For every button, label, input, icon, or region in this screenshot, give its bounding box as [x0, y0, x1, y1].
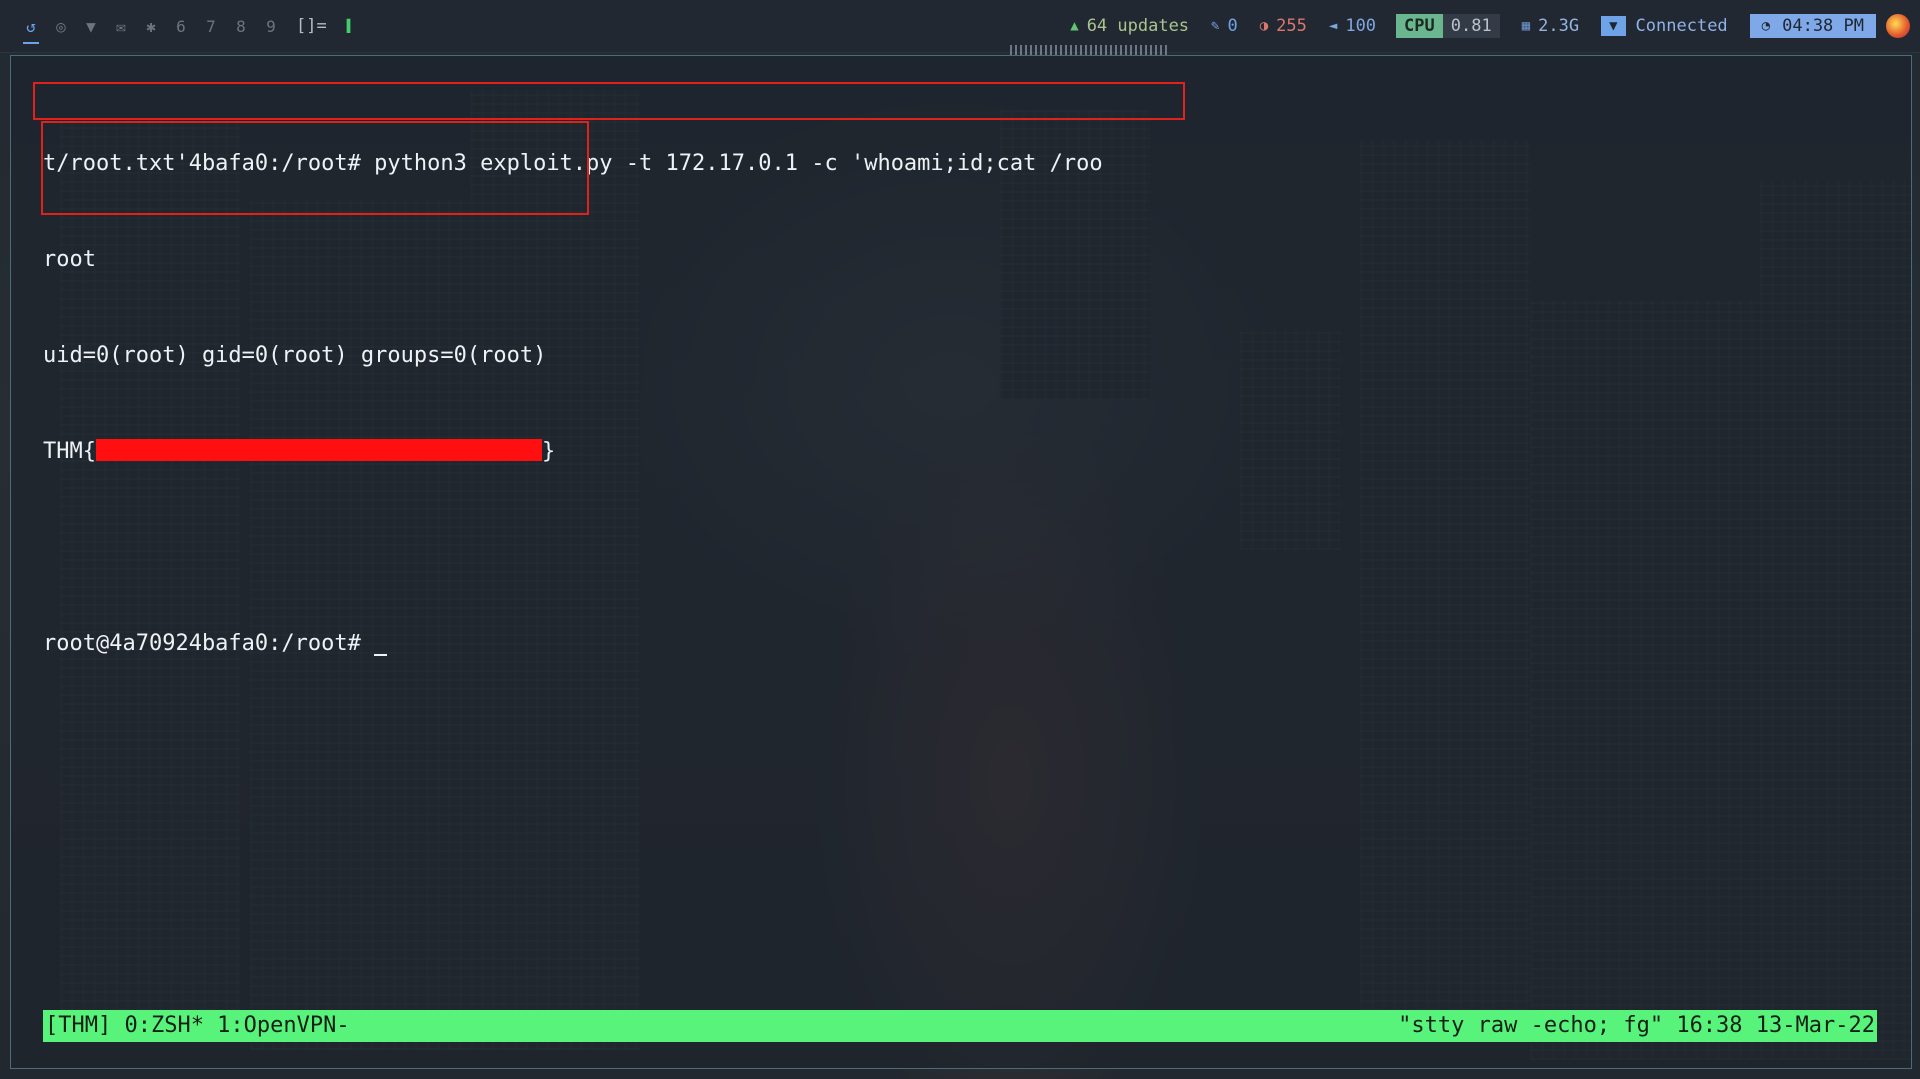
tmux-status-bar: [THM] 0:ZSH* 1:OpenVPN- "stty raw -echo;…	[43, 1010, 1877, 1042]
volume-value: 100	[1345, 16, 1377, 36]
terminal-window[interactable]: t/root.txt'4bafa0:/root# python3 exploit…	[10, 55, 1912, 1069]
contrast-icon: ◑	[1259, 18, 1269, 34]
output-line-id: uid=0(root) gid=0(root) groups=0(root)	[43, 343, 547, 368]
output-highlight-box	[41, 121, 589, 215]
vpn-module[interactable]: ▼ Connected	[1601, 16, 1728, 36]
tmux-session-windows[interactable]: [THM] 0:ZSH* 1:OpenVPN-	[43, 1010, 350, 1042]
prompt-line[interactable]: root@4a70924bafa0:/root#	[43, 628, 1103, 660]
flag-suffix: }	[541, 439, 556, 464]
workspace-5-settings-icon[interactable]: ✱	[136, 4, 166, 48]
vpn-status: Connected	[1635, 16, 1728, 36]
memory-icon: ▦	[1521, 18, 1531, 34]
redaction-bar	[95, 439, 542, 461]
workspace-list: ↺ ◎ ▼ ✉ ✱ 6 7 8 9	[16, 4, 286, 48]
wifi-icon: ▼	[1601, 16, 1626, 36]
workspace-4-mail-icon[interactable]: ✉	[106, 4, 136, 48]
brightness-value: 255	[1276, 16, 1307, 36]
updates-count: 64 updates	[1086, 16, 1190, 36]
updates-module[interactable]: ▲ 64 updates	[1070, 16, 1189, 36]
status-modules: ▲ 64 updates ✎ 0 ◑ 255 ◄ 100 CPU 0.81 ▦ …	[1048, 0, 1920, 52]
workspace-8[interactable]: 8	[226, 4, 256, 48]
window-title-icon: ▌	[346, 19, 354, 33]
text-cursor	[374, 654, 388, 656]
cpu-label: CPU	[1396, 14, 1443, 38]
brightness-module[interactable]: ◑ 255	[1260, 16, 1307, 36]
speaker-icon: ◄	[1328, 18, 1338, 34]
flag-line: THM{}	[43, 436, 1103, 468]
memory-module[interactable]: ▦ 2.3G	[1522, 16, 1579, 36]
power-menu-icon[interactable]	[1886, 14, 1910, 38]
workspace-9[interactable]: 9	[256, 4, 286, 48]
top-status-bar: ↺ ◎ ▼ ✉ ✱ 6 7 8 9 []= ▌ ▲ 64 updates ✎ 0…	[0, 0, 1920, 53]
shell-prompt: root@4a70924bafa0:/root#	[43, 631, 375, 656]
cpu-load: 0.81	[1442, 14, 1500, 38]
layout-indicator[interactable]: []=	[296, 16, 327, 36]
flag-prefix: THM{	[43, 439, 96, 464]
clock-module[interactable]: ◔ 04:38 PM	[1749, 14, 1876, 38]
scratchpad-indicator	[1010, 45, 1170, 55]
workspace-2-browser-icon[interactable]: ◎	[46, 4, 76, 48]
workspace-3-shield-icon[interactable]: ▼	[76, 4, 106, 48]
workspace-7[interactable]: 7	[196, 4, 226, 48]
clock-icon: ◔	[1761, 18, 1771, 34]
volume-module[interactable]: ◄ 100	[1329, 16, 1376, 36]
brush-module[interactable]: ✎ 0	[1211, 16, 1238, 36]
clock-time: 04:38 PM	[1782, 16, 1864, 36]
tmux-status-right: "stty raw -echo; fg" 16:38 13-Mar-22	[1398, 1013, 1875, 1038]
workspace-1-distro-logo-icon[interactable]: ↺	[16, 4, 46, 48]
output-line-whoami: root	[43, 247, 96, 272]
command-highlight-box	[33, 82, 1185, 120]
brush-icon: ✎	[1211, 18, 1220, 34]
workspace-6[interactable]: 6	[166, 4, 196, 48]
updates-icon: ▲	[1070, 18, 1079, 34]
brush-value: 0	[1227, 16, 1238, 36]
cpu-module[interactable]: CPU 0.81	[1396, 14, 1500, 38]
memory-value: 2.3G	[1538, 16, 1580, 36]
